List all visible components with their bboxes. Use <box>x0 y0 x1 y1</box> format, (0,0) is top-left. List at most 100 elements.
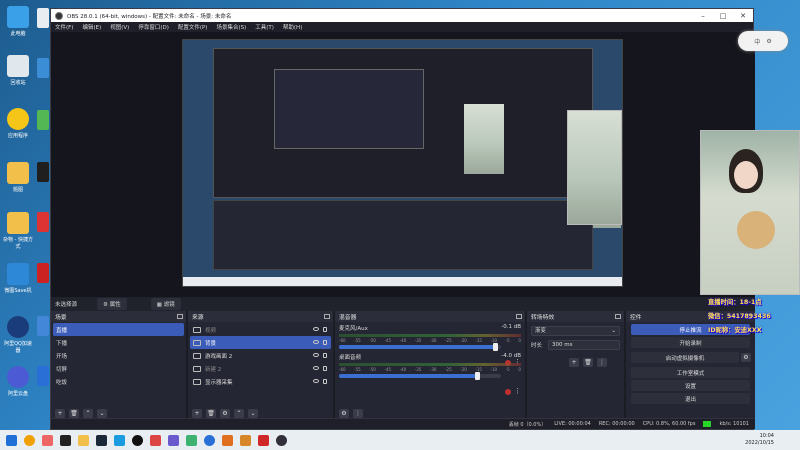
start-recording-button[interactable]: 开始录制 <box>631 337 750 348</box>
app-icon[interactable] <box>114 434 125 446</box>
close-icon[interactable]: ✕ <box>733 12 753 20</box>
menu-profile[interactable]: 配置文件(P) <box>178 23 208 31</box>
lock-icon[interactable] <box>323 366 327 371</box>
remove-source-button[interactable]: 🗑 <box>206 408 216 418</box>
visibility-eye-icon[interactable] <box>313 379 319 383</box>
move-up-button[interactable]: ⌃ <box>234 408 244 418</box>
app-icon[interactable] <box>186 434 197 446</box>
slider-knob[interactable] <box>493 343 499 351</box>
menu-docks[interactable]: 停靠窗口(D) <box>138 23 169 31</box>
folder-icon[interactable] <box>78 434 89 446</box>
float-icon[interactable] <box>516 314 522 319</box>
app-icon[interactable] <box>37 58 49 78</box>
float-icon[interactable] <box>324 314 330 319</box>
menu-help[interactable]: 帮助(H) <box>283 23 302 31</box>
source-properties-button[interactable]: ⚙ <box>220 408 230 418</box>
source-item[interactable]: 视频 <box>190 323 331 336</box>
float-icon[interactable] <box>615 314 621 319</box>
move-up-button[interactable]: ⌃ <box>83 408 93 418</box>
source-item[interactable]: 显示器采集 <box>190 375 331 388</box>
input-method-widget[interactable]: 中 ⚙ <box>738 31 788 51</box>
properties-button[interactable]: ⚙ 属性 <box>97 298 127 310</box>
visibility-eye-icon[interactable] <box>313 327 319 331</box>
start-icon[interactable] <box>6 434 17 446</box>
add-scene-button[interactable]: + <box>55 408 65 418</box>
filters-button[interactable]: ▦ 滤镜 <box>150 298 181 310</box>
mute-icon[interactable] <box>505 389 511 395</box>
desktop-icon-folder-2[interactable]: 杂物 - 快捷方式 <box>2 212 34 250</box>
exit-button[interactable]: 退出 <box>631 393 750 404</box>
duration-input[interactable]: 300 ms <box>548 340 620 350</box>
remove-scene-button[interactable]: 🗑 <box>69 408 79 418</box>
scene-item[interactable]: 直播 <box>53 323 184 336</box>
remove-transition-button[interactable]: 🗑 <box>583 358 593 367</box>
more-options-icon[interactable]: ⋮ <box>353 408 363 418</box>
maximize-icon[interactable]: □ <box>713 12 733 20</box>
studio-mode-button[interactable]: 工作室模式 <box>631 367 750 378</box>
scene-item[interactable]: 下播 <box>53 336 184 349</box>
menu-view[interactable]: 视图(V) <box>110 23 129 31</box>
app-icon[interactable] <box>204 434 215 446</box>
visibility-eye-icon[interactable] <box>313 353 319 357</box>
menu-tools[interactable]: 工具(T) <box>255 23 274 31</box>
app-icon[interactable] <box>37 8 49 28</box>
lock-icon[interactable] <box>323 327 327 332</box>
qq-icon[interactable] <box>132 434 143 446</box>
desktop-icon-accelerator[interactable]: 阿里QQ加速器 <box>2 316 34 354</box>
move-down-button[interactable]: ⌄ <box>97 408 107 418</box>
app-icon[interactable] <box>37 110 49 130</box>
obs-taskbar-icon[interactable] <box>276 434 287 446</box>
app-icon[interactable] <box>168 434 179 446</box>
settings-button[interactable]: 设置 <box>631 380 750 391</box>
lock-icon[interactable] <box>323 379 327 384</box>
volume-slider[interactable] <box>339 372 501 380</box>
visibility-eye-icon[interactable] <box>313 340 319 344</box>
app-icon[interactable] <box>42 434 53 446</box>
app-icon[interactable] <box>240 434 251 446</box>
float-icon[interactable] <box>177 314 183 319</box>
desktop-icon-apps[interactable]: 应用程序 <box>2 108 34 139</box>
scene-item[interactable]: 吃饭 <box>53 375 184 388</box>
add-transition-button[interactable]: + <box>569 358 579 367</box>
preview-area[interactable] <box>51 32 755 297</box>
title-bar[interactable]: OBS 28.0.1 (64-bit, windows) - 配置文件: 未命名… <box>51 9 753 22</box>
volume-slider[interactable] <box>339 343 501 351</box>
visibility-eye-icon[interactable] <box>313 366 319 370</box>
lock-icon[interactable] <box>323 340 327 345</box>
app-icon[interactable] <box>37 212 49 232</box>
source-item[interactable]: 背景 <box>190 336 331 349</box>
move-down-button[interactable]: ⌄ <box>248 408 258 418</box>
system-clock[interactable]: 10:04 2022/10/15 <box>745 433 774 447</box>
app-icon[interactable] <box>222 434 233 446</box>
lock-icon[interactable] <box>323 353 327 358</box>
menu-file[interactable]: 文件(F) <box>55 23 73 31</box>
desktop-icon-app-1[interactable]: 微图Save机 <box>2 263 34 294</box>
add-source-button[interactable]: + <box>192 408 202 418</box>
ime-settings-icon[interactable]: ⚙ <box>766 38 771 45</box>
slider-knob[interactable] <box>475 372 481 380</box>
app-icon[interactable] <box>37 263 49 283</box>
app-icon[interactable] <box>37 162 49 182</box>
more-options-icon[interactable]: ⋮ <box>514 387 521 395</box>
scene-item[interactable]: 切屏 <box>53 362 184 375</box>
app-icon[interactable] <box>37 316 49 336</box>
desktop-icon-computer[interactable]: 此电脑 <box>2 6 34 37</box>
steam-icon[interactable] <box>96 434 107 446</box>
gear-icon[interactable]: ⚙ <box>741 353 751 362</box>
desktop-icon-recycle-bin[interactable]: 回收站 <box>2 55 34 86</box>
desktop-icon-folder-1[interactable]: 题图 <box>2 162 34 193</box>
app-icon[interactable] <box>37 366 49 386</box>
app-icon[interactable] <box>150 434 161 446</box>
app-icon[interactable] <box>258 434 269 446</box>
minimize-icon[interactable]: – <box>693 12 713 20</box>
audio-settings-icon[interactable]: ⚙ <box>339 408 349 418</box>
app-icon[interactable] <box>60 434 71 446</box>
menu-edit[interactable]: 编辑(E) <box>82 23 101 31</box>
scene-item[interactable]: 开场 <box>53 349 184 362</box>
more-options-icon[interactable]: ⋮ <box>597 358 607 367</box>
source-item[interactable]: 游戏画面 2 <box>190 349 331 362</box>
transition-select[interactable]: 渐变 <box>531 326 620 336</box>
virtual-camera-button[interactable]: 启动虚拟摄像机 <box>631 352 739 363</box>
source-item[interactable]: 新建 2 <box>190 362 331 375</box>
chrome-icon[interactable] <box>24 434 35 446</box>
